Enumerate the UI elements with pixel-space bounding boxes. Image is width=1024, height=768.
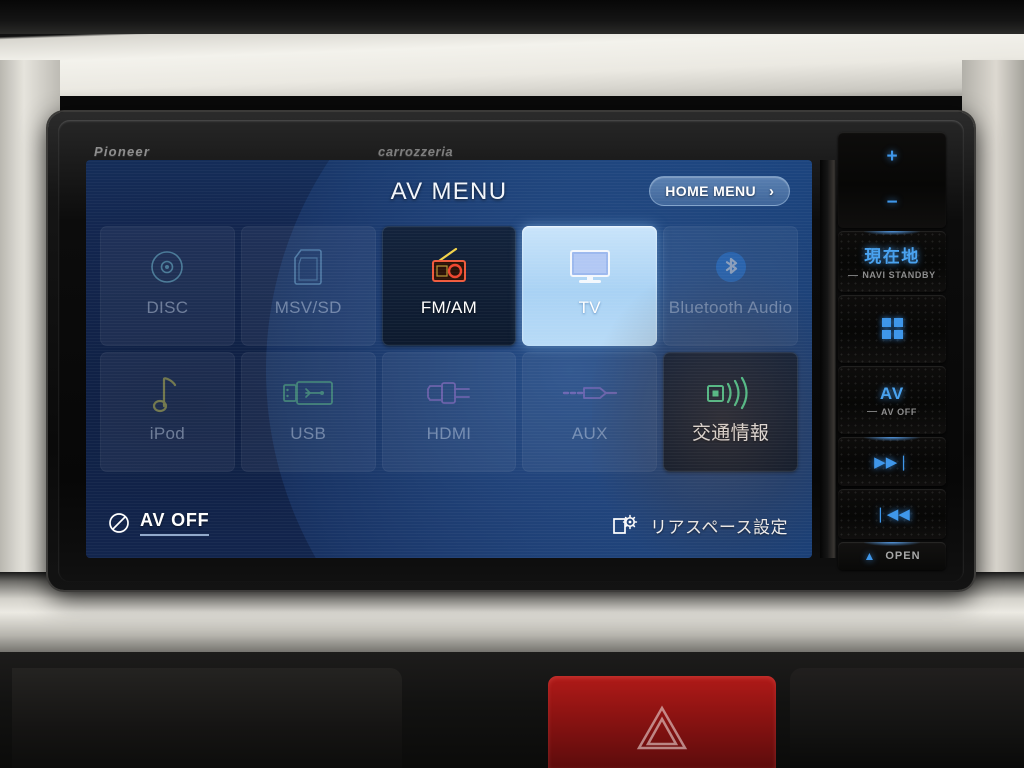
tile-label: iPod xyxy=(149,424,186,443)
tile-disc[interactable]: DISC xyxy=(100,226,235,346)
tile-aux[interactable]: AUX xyxy=(522,352,658,472)
tile-label: MSV/SD xyxy=(274,298,342,317)
previous-track-button[interactable]: ❘◀◀ xyxy=(838,489,946,539)
current-location-button[interactable]: 現在地 NAVI STANDBY xyxy=(838,231,946,292)
panel-separator xyxy=(820,160,836,558)
tile-label: TV xyxy=(578,298,601,317)
home-menu-button[interactable]: HOME MENU › xyxy=(649,176,790,206)
aux-plug-icon xyxy=(561,370,619,416)
grid-icon xyxy=(881,318,903,340)
tile-tv[interactable]: TV xyxy=(522,226,658,346)
eject-open-button[interactable]: ▲ OPEN xyxy=(838,541,946,570)
carrozzeria-logo: carrozzeria xyxy=(378,144,454,159)
eject-icon: ▲ xyxy=(863,548,876,563)
tile-label: 交通情報 xyxy=(691,423,770,444)
hazard-light-button[interactable] xyxy=(548,676,776,768)
disc-icon xyxy=(138,244,196,290)
rear-space-label: リアスペース設定 xyxy=(650,518,788,537)
dashboard-vent-right xyxy=(790,668,1024,768)
hdmi-icon xyxy=(420,370,478,416)
av-off-label: AV OFF xyxy=(140,510,210,536)
tile-label: HDMI xyxy=(426,424,472,443)
av-key-label: AV xyxy=(879,383,905,403)
tile-label: FM/AM xyxy=(420,298,478,317)
rear-space-gear-icon xyxy=(613,514,638,534)
tile-msv-sd[interactable]: MSV/SD xyxy=(240,226,376,346)
av-source-grid: DISC MSV/SD FM/AM TV Bluetooth Audio iPo… xyxy=(100,226,798,472)
previous-track-icon: ❘◀◀ xyxy=(874,505,910,523)
tile-traffic-info[interactable]: 交通情報 xyxy=(663,352,798,472)
screen-header: AV MENU HOME MENU › xyxy=(86,176,812,216)
usb-icon xyxy=(279,370,337,416)
tile-fm-am[interactable]: FM/AM xyxy=(381,226,517,346)
volume-rocker-button[interactable]: + − xyxy=(838,132,946,229)
eject-label: OPEN xyxy=(885,549,921,562)
av-source-button[interactable]: AV AV OFF xyxy=(838,365,946,435)
dashboard-vent-left xyxy=(12,668,402,768)
key-indicator-glow xyxy=(864,231,920,236)
sd-card-icon xyxy=(279,244,337,290)
current-location-label: 現在地 xyxy=(864,247,920,267)
tile-label: Bluetooth Audio xyxy=(668,298,793,317)
hazard-triangle-icon xyxy=(636,705,688,750)
radio-icon xyxy=(420,244,478,290)
key-indicator-glow xyxy=(864,437,920,442)
rear-space-settings-button[interactable]: リアスペース設定 xyxy=(612,513,788,538)
next-track-icon: ▶▶❘ xyxy=(874,453,910,471)
tile-label: DISC xyxy=(146,298,189,317)
key-indicator-glow xyxy=(864,541,920,546)
music-note-icon xyxy=(138,370,196,416)
menu-grid-button[interactable] xyxy=(838,294,946,363)
volume-down-icon[interactable]: − xyxy=(886,192,897,214)
chevron-right-icon: › xyxy=(769,182,774,200)
tile-label: USB xyxy=(290,424,327,443)
tile-usb[interactable]: USB xyxy=(240,352,376,472)
car-head-unit: Pioneer carrozzeria AV MENU HOME MENU › xyxy=(48,112,974,590)
tile-hdmi[interactable]: HDMI xyxy=(381,352,517,472)
broadcast-icon xyxy=(702,370,760,416)
bluetooth-icon xyxy=(702,244,760,290)
home-menu-label: HOME MENU xyxy=(665,183,756,199)
hard-key-column: + − 現在地 NAVI STANDBY AV AV OFF ▶▶❘ ❘◀◀ ▲… xyxy=(838,132,946,570)
tile-ipod[interactable]: iPod xyxy=(100,352,235,472)
tile-bluetooth-audio[interactable]: Bluetooth Audio xyxy=(663,226,798,346)
dashboard-top-edge-shadow xyxy=(0,0,1024,34)
lcd-touchscreen[interactable]: AV MENU HOME MENU › DISC MSV/SD FM/AM TV… xyxy=(86,160,812,558)
tv-icon xyxy=(561,244,619,290)
next-track-button[interactable]: ▶▶❘ xyxy=(838,437,946,487)
navi-standby-label: NAVI STANDBY xyxy=(848,270,935,280)
circle-x-icon xyxy=(109,513,129,533)
volume-up-icon[interactable]: + xyxy=(886,146,897,168)
pioneer-logo: Pioneer xyxy=(94,144,151,159)
av-off-button[interactable]: AV OFF xyxy=(108,510,210,536)
av-off-sub-label: AV OFF xyxy=(867,407,917,417)
tile-label: AUX xyxy=(571,424,608,443)
